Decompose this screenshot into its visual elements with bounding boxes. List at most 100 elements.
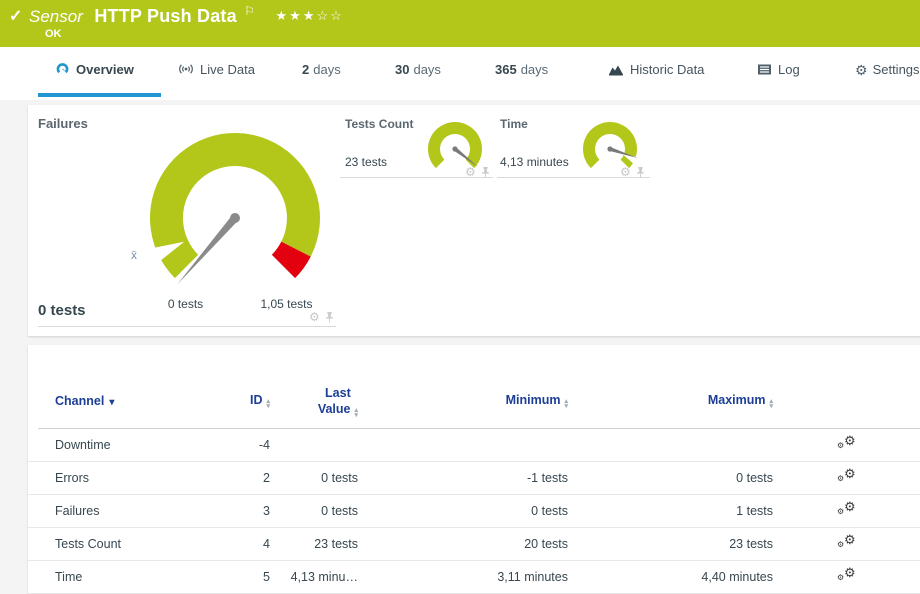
- tab-number: 2: [302, 62, 309, 77]
- divider: [38, 326, 336, 327]
- table-row-tests-count: Tests Count 4 23 tests 20 tests 23 tests…: [28, 528, 920, 561]
- gauge-actions: ⚙: [309, 311, 334, 323]
- table-row-time: Time 5 4,13 minu… 3,11 minutes 4,40 minu…: [28, 561, 920, 594]
- channels-table-panel: Channel▾ ID▴▾ Last Value▴▾ Minimum▴▾ Max…: [28, 345, 920, 594]
- historic-data-icon: [608, 63, 624, 79]
- pin-icon[interactable]: [481, 167, 490, 178]
- channel-settings-icon[interactable]: ⚙⚙: [837, 501, 857, 519]
- last-value-cell: 0 tests: [270, 471, 358, 485]
- tab-365-days[interactable]: 365 days: [495, 62, 548, 77]
- tab-label: Historic Data: [630, 62, 704, 77]
- settings-icon: ⚙: [855, 62, 868, 78]
- flag-icon[interactable]: ⚐: [244, 4, 255, 18]
- time-value: 4,13 minutes: [500, 155, 569, 169]
- divider: [497, 177, 650, 178]
- id-cell: 5: [178, 570, 270, 584]
- failures-gauge-title: Failures: [38, 116, 88, 131]
- column-label: Last: [318, 385, 358, 401]
- tab-label: Log: [778, 62, 800, 77]
- tab-bar: Overview Live Data 2days 30days 365days …: [0, 47, 920, 100]
- mean-marker-label: x̄: [131, 248, 137, 262]
- sensor-status-text: OK: [45, 28, 62, 40]
- gauge-scale-min: 0 tests: [143, 297, 228, 311]
- column-header-channel[interactable]: Channel ▾: [55, 394, 178, 408]
- minimum-cell: 3,11 minutes: [358, 570, 568, 584]
- last-value-cell: 0 tests: [270, 504, 358, 518]
- channel-settings-icon[interactable]: ⚙⚙: [837, 567, 857, 585]
- tab-30-days[interactable]: 30 days: [395, 62, 441, 77]
- column-header-last-value[interactable]: Last Value▴▾: [270, 385, 358, 418]
- live-data-icon: [178, 62, 194, 79]
- sort-icon: ▴▾: [354, 408, 358, 418]
- sensor-kind-label: Sensor: [29, 7, 83, 26]
- divider: [340, 177, 493, 178]
- pin-icon[interactable]: [636, 167, 645, 178]
- channel-settings-icon[interactable]: ⚙⚙: [837, 534, 857, 552]
- tab-label: Settings: [873, 62, 920, 77]
- column-header-minimum[interactable]: Minimum▴▾: [358, 393, 568, 409]
- tests-count-value: 23 tests: [345, 155, 387, 169]
- channel-name-cell[interactable]: Failures: [55, 504, 178, 518]
- time-gauge-title: Time: [500, 117, 528, 131]
- sort-desc-icon: ▾: [109, 397, 114, 408]
- pin-icon[interactable]: [325, 312, 334, 323]
- tab-2-days[interactable]: 2 days: [302, 62, 341, 77]
- status-ok-check-icon: ✓: [9, 6, 22, 26]
- column-label: Channel: [55, 394, 104, 408]
- priority-stars[interactable]: ★★★☆☆: [276, 8, 344, 23]
- sensor-header: ✓ Sensor HTTP Push Data ⚐ ★★★☆☆ OK: [0, 0, 920, 47]
- tab-number: 30: [395, 62, 409, 77]
- log-icon: [757, 63, 772, 79]
- column-label: Maximum: [708, 393, 766, 407]
- tab-unit: days: [413, 62, 440, 77]
- maximum-cell: 4,40 minutes: [568, 570, 773, 584]
- id-cell: 3: [178, 504, 270, 518]
- failures-gauge[interactable]: [140, 123, 330, 313]
- prtg-sensor-page: ✓ Sensor HTTP Push Data ⚐ ★★★☆☆ OK Overv…: [0, 0, 920, 594]
- gear-icon[interactable]: ⚙: [309, 311, 320, 323]
- id-cell: 2: [178, 471, 270, 485]
- last-value-cell: 4,13 minu…: [270, 570, 358, 584]
- gauge-needle-hub: [230, 213, 240, 223]
- tab-number: 365: [495, 62, 517, 77]
- channel-name-cell[interactable]: Errors: [55, 471, 178, 485]
- gauge-scale-max: 1,05 tests: [244, 297, 329, 311]
- minimum-cell: 20 tests: [358, 537, 568, 551]
- tab-live-data[interactable]: Live Data: [178, 62, 255, 79]
- minimum-cell: 0 tests: [358, 504, 568, 518]
- table-body: Downtime -4 ⚙⚙ Errors 2 0 tests -1 tests…: [28, 429, 920, 594]
- last-value-cell: 23 tests: [270, 537, 358, 551]
- sensor-title: HTTP Push Data: [94, 6, 237, 26]
- channel-settings-icon[interactable]: ⚙⚙: [837, 468, 857, 486]
- tab-overview[interactable]: Overview: [55, 62, 134, 79]
- channel-name-cell[interactable]: Downtime: [55, 438, 178, 452]
- maximum-cell: 23 tests: [568, 537, 773, 551]
- gauge-icon: [55, 62, 70, 79]
- sort-icon: ▴▾: [769, 399, 773, 409]
- gauge-green-arc: [583, 122, 637, 168]
- gauge-needle-hub: [452, 146, 457, 151]
- gauge-green-arc: [428, 122, 482, 168]
- maximum-cell: 0 tests: [568, 471, 773, 485]
- column-header-id[interactable]: ID▴▾: [178, 393, 270, 409]
- table-row-downtime: Downtime -4 ⚙⚙: [28, 429, 920, 462]
- active-tab-indicator: [38, 93, 161, 97]
- column-header-maximum[interactable]: Maximum▴▾: [568, 393, 773, 409]
- tab-settings[interactable]: ⚙ Settings: [855, 62, 920, 79]
- maximum-cell: 1 tests: [568, 504, 773, 518]
- channel-settings-icon[interactable]: ⚙⚙: [837, 435, 857, 453]
- column-label: ID: [250, 393, 263, 407]
- tab-historic-data[interactable]: Historic Data: [608, 62, 704, 79]
- tests-count-gauge-title: Tests Count: [345, 117, 413, 131]
- table-row-failures: Failures 3 0 tests 0 tests 1 tests ⚙⚙: [28, 495, 920, 528]
- channel-name-cell[interactable]: Time: [55, 570, 178, 584]
- sensor-title-line: Sensor HTTP Push Data ⚐ ★★★☆☆: [29, 4, 344, 27]
- tab-unit: days: [313, 62, 340, 77]
- tab-log[interactable]: Log: [757, 62, 800, 79]
- table-header-row: Channel▾ ID▴▾ Last Value▴▾ Minimum▴▾ Max…: [28, 375, 920, 427]
- column-label: Minimum: [506, 393, 561, 407]
- tab-unit: days: [521, 62, 548, 77]
- id-cell: -4: [178, 438, 270, 452]
- failures-current-value: 0 tests: [38, 302, 86, 319]
- channel-name-cell[interactable]: Tests Count: [55, 537, 178, 551]
